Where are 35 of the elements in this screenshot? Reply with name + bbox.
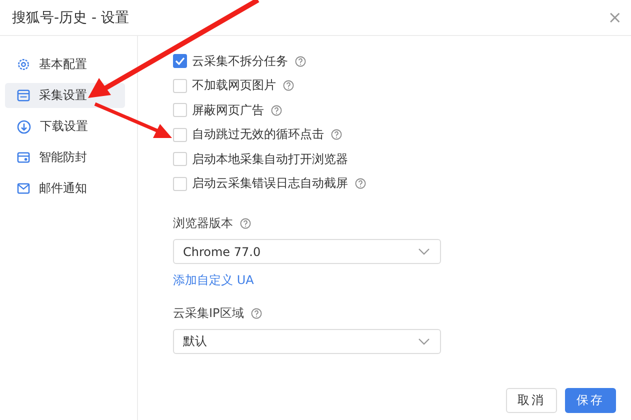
window-title: 搜狐号-历史 - 设置 — [12, 8, 130, 26]
help-icon[interactable] — [283, 80, 294, 92]
chevron-down-icon — [418, 338, 430, 345]
field-label: 浏览器版本 — [173, 214, 233, 232]
help-icon[interactable] — [331, 129, 342, 140]
download-icon — [17, 120, 31, 134]
help-icon[interactable] — [271, 104, 282, 116]
help-icon[interactable] — [250, 308, 262, 318]
sidebar-item[interactable]: 基本配置 — [5, 52, 125, 77]
sidebar-item[interactable]: 采集设置 — [5, 83, 125, 108]
cancel-button[interactable]: 取消 — [506, 388, 557, 413]
sidebar-item[interactable]: 下载设置 — [5, 114, 125, 139]
field-label: 云采集IP区域 — [173, 304, 244, 322]
window-icon — [17, 89, 30, 102]
card-icon — [17, 151, 30, 164]
help-icon[interactable] — [240, 218, 251, 228]
save-button[interactable]: 保存 — [565, 388, 616, 413]
help-icon[interactable] — [295, 56, 306, 67]
select-field[interactable]: 默认 — [173, 329, 441, 354]
option-label: 不加载网页图片 — [192, 77, 276, 94]
option-label: 启动云采集错误日志自动截屏 — [192, 175, 348, 192]
gear-icon — [17, 58, 30, 71]
add-ua-link[interactable]: 添加自定义 UA — [173, 272, 254, 289]
chevron-down-icon — [418, 248, 430, 255]
option-label: 屏蔽网页广告 — [192, 102, 264, 119]
help-icon[interactable] — [355, 178, 366, 190]
option-label: 云采集不拆分任务 — [192, 52, 288, 70]
option-label: 启动本地采集自动打开浏览器 — [192, 150, 348, 168]
sidebar-item[interactable]: 智能防封 — [5, 145, 125, 170]
mail-icon — [17, 183, 30, 194]
checkmark-icon — [175, 57, 185, 66]
option-label: 自动跳过无效的循环点击 — [192, 126, 324, 144]
select-field[interactable]: Chrome 77.0 — [173, 239, 441, 264]
sidebar-item[interactable]: 邮件通知 — [5, 176, 125, 201]
checkbox[interactable] — [173, 54, 187, 68]
